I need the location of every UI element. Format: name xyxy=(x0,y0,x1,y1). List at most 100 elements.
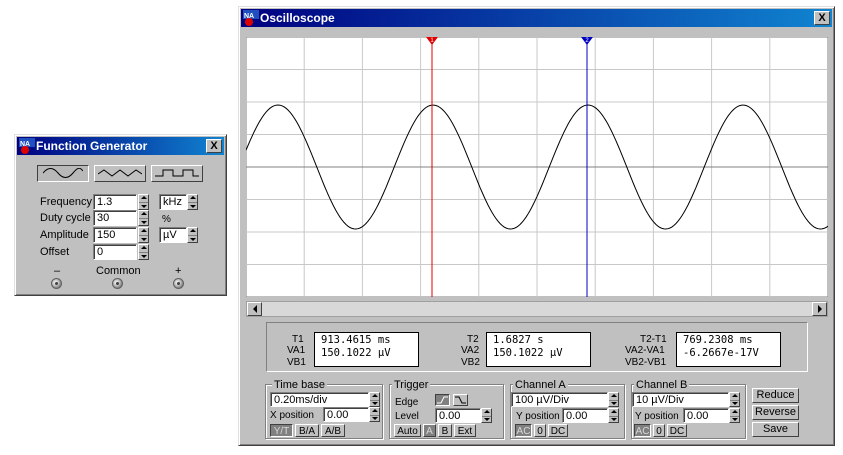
channel-b-ac-button[interactable]: AC xyxy=(634,424,651,437)
time-base-scale-input[interactable]: 0.20ms/div xyxy=(270,392,369,407)
trigger-level-input[interactable]: 0.00 xyxy=(435,408,481,423)
channel-a-ac-button[interactable]: AC xyxy=(515,424,532,437)
falling-edge-icon xyxy=(455,396,466,404)
horizontal-scrollbar[interactable] xyxy=(246,301,828,317)
amplitude-unit-stepper[interactable] xyxy=(187,227,198,243)
channel-b-y-position-input[interactable]: 0.00 xyxy=(683,408,729,423)
common-terminal[interactable] xyxy=(112,278,123,289)
channel-a-title: Channel A xyxy=(513,379,568,391)
vb2-label: VB2 xyxy=(461,357,480,368)
channel-b-y-position-label: Y position xyxy=(635,411,679,422)
function-generator-window: NA Function Generator X Frequency 1.3 kH… xyxy=(14,134,227,296)
oscilloscope-titlebar[interactable]: NA Oscilloscope X xyxy=(241,9,832,27)
falling-edge-button[interactable] xyxy=(453,394,468,406)
oscilloscope-window: NA Oscilloscope X 1 2 T1 VA1 VB1 913.461… xyxy=(238,6,835,446)
cursor-1-readout: 913.4615 ms 150.1022 µV xyxy=(314,332,419,367)
t2-value: 1.6827 s xyxy=(493,334,544,346)
rising-edge-button[interactable] xyxy=(435,394,450,406)
dt-value: 769.2308 ms xyxy=(683,334,753,346)
function-generator-titlebar[interactable]: NA Function Generator X xyxy=(17,137,224,155)
amplitude-input[interactable]: 150 xyxy=(93,227,137,243)
channel-b-dc-button[interactable]: DC xyxy=(667,424,687,437)
frequency-input[interactable]: 1.3 xyxy=(93,194,137,210)
channel-b-title: Channel B xyxy=(634,379,690,391)
save-button[interactable]: Save xyxy=(752,422,799,437)
trigger-auto-button[interactable]: Auto xyxy=(394,424,421,437)
reverse-button[interactable]: Reverse xyxy=(752,405,799,420)
duty-cycle-stepper[interactable] xyxy=(138,210,149,226)
scroll-left-button[interactable] xyxy=(247,302,262,316)
edge-label: Edge xyxy=(395,397,419,408)
mode-ab-button[interactable]: A/B xyxy=(321,424,345,437)
delta-readout: 769.2308 ms -6.2667e-17V xyxy=(676,332,781,367)
trigger-title: Trigger xyxy=(392,379,431,391)
sine-icon xyxy=(42,167,84,178)
x-position-input[interactable]: 0.00 xyxy=(323,407,369,422)
channel-b-y-position-stepper[interactable] xyxy=(729,408,740,423)
trigger-level-label: Level xyxy=(395,411,419,422)
function-generator-title: Function Generator xyxy=(36,139,148,153)
offset-label: Offset xyxy=(40,246,70,258)
channel-a-y-position-stepper[interactable] xyxy=(608,408,619,423)
trigger-level-stepper[interactable] xyxy=(481,408,492,423)
scroll-right-button[interactable] xyxy=(812,302,827,316)
frequency-unit-stepper[interactable] xyxy=(187,194,198,210)
minus-terminal[interactable] xyxy=(51,278,62,289)
arrow-left-icon xyxy=(252,305,257,313)
sine-wave-button[interactable] xyxy=(37,165,89,182)
amplitude-label: Amplitude xyxy=(40,229,89,241)
offset-stepper[interactable] xyxy=(138,244,149,260)
channel-b-scale-stepper[interactable] xyxy=(729,392,740,407)
frequency-unit-select[interactable]: kHz xyxy=(159,194,187,210)
trigger-a-button[interactable]: A xyxy=(423,424,436,437)
time-base-scale-stepper[interactable] xyxy=(369,392,380,407)
mode-ba-button[interactable]: B/A xyxy=(295,424,319,437)
channel-b-scale-input[interactable]: 10 µV/Div xyxy=(632,392,729,407)
t1-value: 913.4615 ms xyxy=(321,334,391,346)
frequency-label: Frequency xyxy=(40,196,92,208)
oscilloscope-close-button[interactable]: X xyxy=(814,11,830,25)
offset-input[interactable]: 0 xyxy=(93,244,137,260)
va2-value: 150.1022 µV xyxy=(493,347,563,359)
trigger-ext-button[interactable]: Ext xyxy=(454,424,476,437)
trigger-b-button[interactable]: B xyxy=(438,424,452,437)
channel-a-scale-stepper[interactable] xyxy=(608,392,619,407)
x-position-label: X position xyxy=(270,410,314,421)
channel-a-y-position-label: Y position xyxy=(516,411,560,422)
amplitude-stepper[interactable] xyxy=(138,227,149,243)
channel-a-scale-input[interactable]: 100 µV/Div xyxy=(511,392,608,407)
channel-a-dc-button[interactable]: DC xyxy=(548,424,568,437)
square-icon xyxy=(155,169,199,177)
va1-value: 150.1022 µV xyxy=(321,347,391,359)
square-wave-button[interactable] xyxy=(151,165,203,182)
arrow-right-icon xyxy=(817,305,822,313)
channel-a-zero-button[interactable]: 0 xyxy=(534,424,546,437)
rising-edge-icon xyxy=(437,396,448,404)
function-generator-close-button[interactable]: X xyxy=(206,139,222,153)
channel-a-y-position-input[interactable]: 0.00 xyxy=(562,408,608,423)
triangle-icon xyxy=(97,169,143,177)
reduce-button[interactable]: Reduce xyxy=(752,388,799,403)
time-base-title: Time base xyxy=(272,379,327,391)
minus-terminal-label: – xyxy=(54,265,61,277)
oscilloscope-screen[interactable]: 1 2 xyxy=(246,37,828,297)
oscilloscope-title: Oscilloscope xyxy=(260,11,335,25)
app-logo-icon: NA xyxy=(19,138,35,154)
dva-value: -6.2667e-17V xyxy=(683,347,759,359)
duty-cycle-input[interactable]: 30 xyxy=(93,210,137,226)
vb1-label: VB1 xyxy=(287,357,306,368)
duty-cycle-label: Duty cycle xyxy=(40,212,91,224)
triangle-wave-button[interactable] xyxy=(94,165,146,182)
readout-panel: T1 VA1 VB1 913.4615 ms 150.1022 µV T2 VA… xyxy=(266,322,808,372)
plus-terminal-label: + xyxy=(175,265,182,277)
plus-terminal[interactable] xyxy=(173,278,184,289)
channel-b-zero-button[interactable]: 0 xyxy=(653,424,665,437)
frequency-stepper[interactable] xyxy=(138,194,149,210)
mode-yt-button[interactable]: Y/T xyxy=(270,424,293,437)
duty-cycle-unit: % xyxy=(162,214,171,225)
app-logo-icon: NA xyxy=(243,10,259,26)
common-terminal-label: Common xyxy=(96,265,141,277)
x-position-stepper[interactable] xyxy=(369,407,380,422)
amplitude-unit-select[interactable]: µV xyxy=(159,227,187,243)
cursor-2-readout: 1.6827 s 150.1022 µV xyxy=(486,332,591,367)
